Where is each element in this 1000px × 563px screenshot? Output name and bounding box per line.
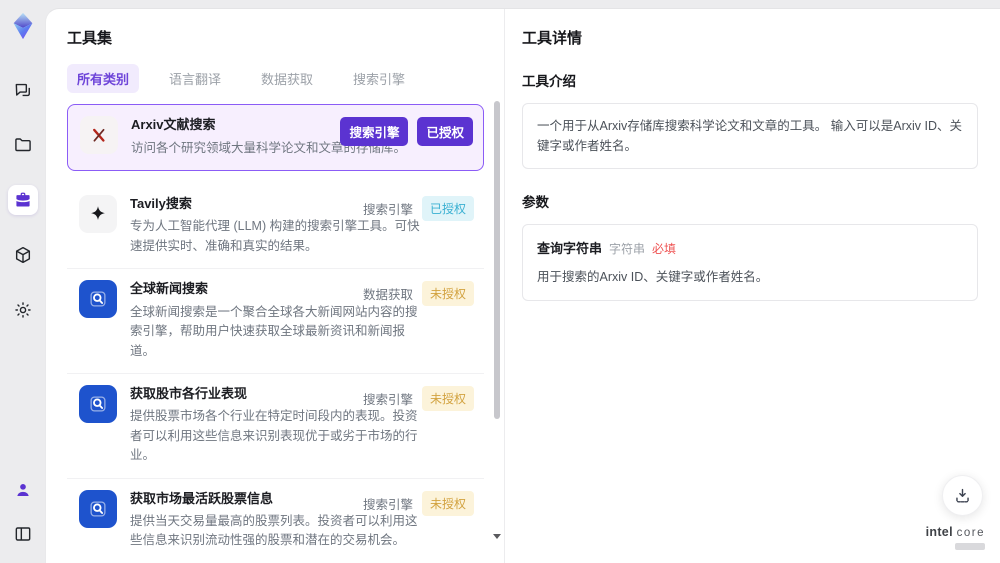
download-button[interactable]	[942, 475, 983, 516]
category-badge: 数据获取	[362, 288, 413, 303]
category-tab[interactable]: 搜索引擎	[343, 64, 415, 93]
category-badge: 搜索引擎	[362, 392, 413, 407]
intro-text-box: 一个用于从Arxiv存储库搜索科学论文和文章的工具。 输入可以是Arxiv ID…	[522, 103, 978, 169]
parameter-card: 查询字符串 字符串 必填 用于搜索的Arxiv ID、关键字或作者姓名。	[522, 224, 978, 301]
scrollbar-down-arrow-icon[interactable]	[493, 534, 501, 539]
tool-icon	[79, 384, 117, 423]
status-badge: 未授权	[421, 385, 474, 411]
user-icon	[16, 484, 29, 496]
parameter-type: 字符串	[609, 242, 646, 256]
tool-description: 提供股票市场各个行业在特定时间段内的表现。投资者可以利用这些信息来识别表现优于或…	[130, 409, 418, 463]
cube-icon	[15, 246, 30, 264]
app-logo-gem-icon	[13, 12, 32, 40]
status-badge: 已授权	[417, 117, 473, 146]
sidebar-item-packages[interactable]	[8, 240, 38, 270]
required-badge: 必填	[652, 242, 677, 256]
tool-icon	[79, 489, 117, 528]
tool-icon	[79, 280, 117, 319]
tool-description: 提供当天交易量最高的股票列表。投资者可以利用这些信息来识别流动性强的股票和潜在的…	[130, 514, 418, 548]
tool-badges: 搜索引擎 未授权	[362, 490, 474, 516]
category-tab[interactable]: 数据获取	[251, 64, 323, 93]
arxiv-icon	[93, 128, 105, 142]
category-tabs: 所有类别 语言翻译 数据获取 搜索引擎	[67, 64, 484, 93]
category-badge: 搜索引擎	[340, 117, 409, 146]
brand-badge-bar	[955, 543, 985, 550]
search-magnifier-icon	[90, 396, 106, 412]
parameter-description: 用于搜索的Arxiv ID、关键字或作者姓名。	[537, 270, 769, 284]
tool-detail-panel: 工具详情 工具介绍 一个用于从Arxiv存储库搜索科学论文和文章的工具。 输入可…	[504, 9, 1000, 563]
category-badge: 搜索引擎	[362, 497, 413, 512]
folder-icon	[14, 138, 31, 152]
status-badge: 未授权	[421, 281, 474, 307]
search-magnifier-icon	[90, 291, 106, 307]
category-badge: 搜索引擎	[362, 202, 413, 217]
brand-text: intel core	[926, 525, 985, 539]
tool-card[interactable]: 获取市场最活跃股票信息 提供当天交易量最高的股票列表。投资者可以利用这些信息来识…	[67, 478, 484, 563]
toolbox-icon	[15, 192, 30, 207]
tool-list-panel: 工具集 所有类别 语言翻译 数据获取 搜索引擎 Arxiv文献搜索 访问各个研究…	[46, 9, 504, 563]
sidebar-item-files[interactable]	[8, 130, 38, 160]
intro-section-title: 工具介绍	[522, 74, 576, 89]
intel-core-brand: intel core	[926, 525, 985, 550]
tool-card[interactable]: 获取股市各行业表现 提供股票市场各个行业在特定时间段内的表现。投资者可以利用这些…	[67, 373, 484, 479]
sidebar	[0, 0, 45, 563]
category-tab[interactable]: 所有类别	[67, 64, 140, 93]
status-badge: 已授权	[421, 195, 474, 221]
panel-toggle-icon	[15, 527, 30, 541]
sidebar-item-account[interactable]	[8, 475, 38, 505]
tool-icon	[80, 116, 118, 154]
sidebar-nav	[7, 75, 38, 325]
tool-icon	[79, 194, 117, 233]
tool-badges: 搜索引擎 未授权	[362, 385, 474, 411]
sidebar-item-toolbox[interactable]	[7, 185, 38, 215]
chat-icon	[15, 83, 30, 97]
sidebar-bottom	[8, 475, 38, 549]
sidebar-item-settings[interactable]	[8, 295, 38, 325]
tool-list: Arxiv文献搜索 访问各个研究领域大量科学论文和文章的存储库。 搜索引擎 已授…	[67, 104, 484, 563]
sparkle-star-icon	[91, 206, 105, 220]
brand-word-core: core	[956, 527, 985, 539]
tool-description: 全球新闻搜索是一个聚合全球各大新闻网站内容的搜索引擎，帮助用户快速获取全球最新资…	[130, 304, 418, 358]
tool-card[interactable]: Tavily搜索 专为人工智能代理 (LLM) 构建的搜索引擎工具。可快速提供实…	[67, 183, 484, 270]
tool-card[interactable]: Arxiv文献搜索 访问各个研究领域大量科学论文和文章的存储库。 搜索引擎 已授…	[67, 104, 484, 171]
tool-card[interactable]: 全球新闻搜索 全球新闻搜索是一个聚合全球各大新闻网站内容的搜索引擎，帮助用户快速…	[67, 269, 484, 374]
list-scrollbar[interactable]	[493, 97, 501, 553]
params-section-title: 参数	[522, 195, 549, 210]
sidebar-item-chat[interactable]	[8, 75, 38, 105]
detail-title: 工具详情	[522, 30, 583, 47]
tool-description: 专为人工智能代理 (LLM) 构建的搜索引擎工具。可快速提供实时、准确和真实的结…	[130, 219, 420, 253]
parameter-name: 查询字符串	[537, 241, 603, 256]
page-title: 工具集	[67, 30, 113, 47]
tool-badges: 数据获取 未授权	[362, 281, 474, 307]
category-tab[interactable]: 语言翻译	[159, 64, 231, 93]
scrollbar-thumb[interactable]	[494, 101, 500, 419]
status-badge: 未授权	[421, 490, 474, 516]
sidebar-item-panel-toggle[interactable]	[8, 519, 38, 549]
download-icon	[956, 488, 969, 503]
parameter-header: 查询字符串 字符串 必填	[537, 238, 963, 257]
settings-icon	[14, 302, 31, 318]
tool-badges: 搜索引擎 已授权	[362, 195, 474, 221]
app-window: 工具集 所有类别 语言翻译 数据获取 搜索引擎 Arxiv文献搜索 访问各个研究…	[0, 0, 1000, 563]
brand-word-intel: intel	[925, 525, 953, 539]
tool-badges: 搜索引擎 已授权	[340, 117, 473, 146]
search-magnifier-icon	[90, 501, 106, 517]
main-surface: 工具集 所有类别 语言翻译 数据获取 搜索引擎 Arxiv文献搜索 访问各个研究…	[45, 8, 1000, 563]
